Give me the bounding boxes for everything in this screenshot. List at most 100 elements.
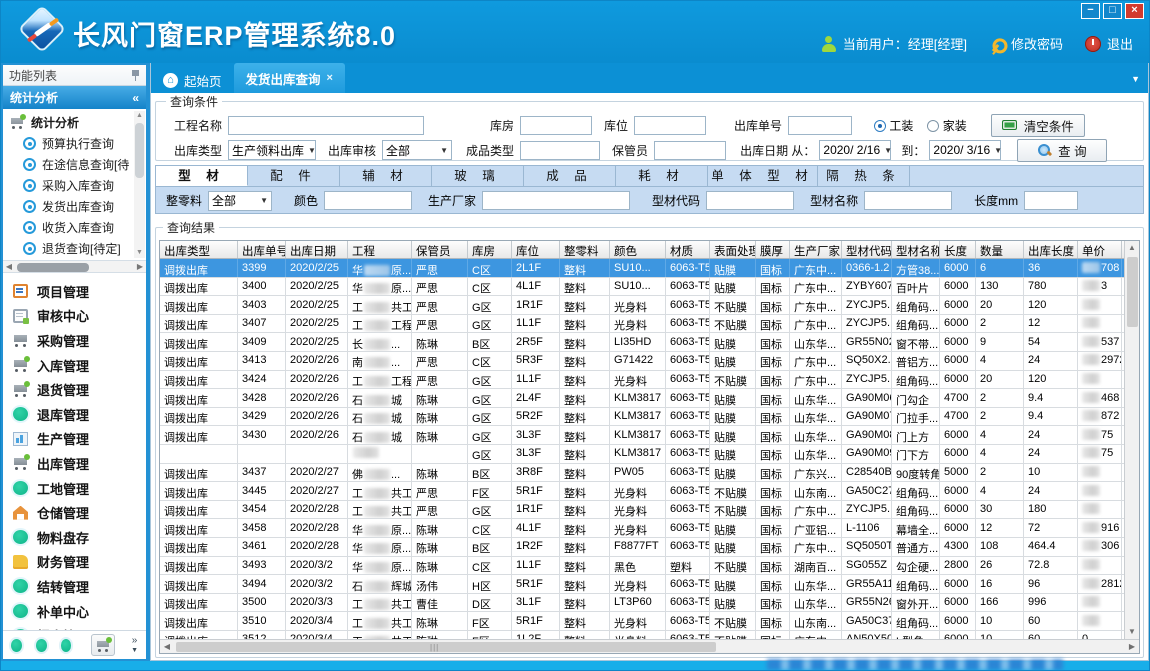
sidebar-item-审核中心[interactable]: 审核中心 xyxy=(13,304,146,329)
column-header-4[interactable]: 工程 xyxy=(348,241,412,258)
scroll-right-icon[interactable]: ▶ xyxy=(1125,640,1139,653)
profile-code-input[interactable] xyxy=(706,191,794,210)
footer-cart-button[interactable] xyxy=(91,634,115,656)
sidebar-item-物料盘存[interactable]: 物料盘存 xyxy=(13,525,146,550)
sidebar-tree-item[interactable]: 发货出库查询 xyxy=(9,196,132,217)
hscroll-thumb[interactable] xyxy=(176,642,716,652)
footer-dot-icon[interactable] xyxy=(11,639,22,652)
table-row[interactable]: 调拨出库34942020/3/2石辉城汤伟H区5R1F整料光身料6063-T5贴… xyxy=(160,575,1124,594)
keeper-input[interactable] xyxy=(654,141,726,160)
project-name-input[interactable] xyxy=(228,116,424,135)
scroll-up-icon[interactable]: ▲ xyxy=(1125,241,1139,255)
material-tab-8[interactable]: 隔 热 条 xyxy=(818,166,910,186)
column-header-3[interactable]: 出库日期 xyxy=(286,241,348,258)
table-row[interactable]: 调拨出库33992020/2/25华原...严思C区2L1F整料SU10...6… xyxy=(160,259,1124,278)
sidebar-tree-item[interactable]: 在途信息查询[待 xyxy=(9,154,132,175)
color-input[interactable] xyxy=(324,191,412,210)
table-row[interactable]: 调拨出库34292020/2/26石城陈琳G区5R2F整料KLM38176063… xyxy=(160,408,1124,427)
tree-vertical-scrollbar[interactable]: ▲ ▼ xyxy=(134,111,145,258)
factory-input[interactable] xyxy=(482,191,630,210)
column-header-7[interactable]: 库位 xyxy=(512,241,560,258)
column-header-12[interactable]: 膜厚 xyxy=(756,241,790,258)
sidebar-item-结转管理[interactable]: 结转管理 xyxy=(13,574,146,599)
scroll-left-icon[interactable]: ◀ xyxy=(160,640,174,653)
scroll-down-icon[interactable]: ▼ xyxy=(1125,625,1139,639)
length-input[interactable] xyxy=(1024,191,1078,210)
material-tab-3[interactable]: 辅 材 xyxy=(340,166,432,186)
table-row[interactable]: 调拨出库34302020/2/26石城陈琳G区3L3F整料KLM38176063… xyxy=(160,426,1124,445)
sidebar-item-出库管理[interactable]: 出库管理 xyxy=(13,451,146,476)
table-row[interactable]: 调拨出库34452020/2/27工共工程严思F区5R1F整料光身料6063-T… xyxy=(160,482,1124,501)
close-button[interactable]: × xyxy=(1125,3,1144,19)
sidebar-tree-item[interactable]: 采购入库查询 xyxy=(9,175,132,196)
product-type-input[interactable] xyxy=(520,141,600,160)
radio-jiazhuang[interactable] xyxy=(927,120,939,132)
sidebar-tree-item[interactable]: 退货查询[待定] xyxy=(9,238,132,259)
footer-more-button[interactable]: » ▼ xyxy=(131,636,138,655)
sidebar-tree-item[interactable]: 收货入库查询 xyxy=(9,217,132,238)
table-row[interactable]: 调拨出库34072020/2/25工工程严思G区1L1F整料光身料6063-T5… xyxy=(160,315,1124,334)
sidebar-tree-item[interactable]: 预算执行查询 xyxy=(9,133,132,154)
footer-dot-icon[interactable] xyxy=(36,639,47,652)
material-tab-5[interactable]: 成 品 xyxy=(524,166,616,186)
sidebar-item-财务管理[interactable]: 财务管理 xyxy=(13,550,146,575)
close-tab-icon[interactable]: × xyxy=(327,72,333,84)
change-password-button[interactable]: 修改密码 xyxy=(989,34,1063,53)
table-row[interactable]: 调拨出库34092020/2/25长...陈琳B区2R5F整料LI35HD606… xyxy=(160,333,1124,352)
table-row[interactable]: 调拨出库35122020/3/4工共工程陈琳F区1L2F整料光身料6063-T5… xyxy=(160,631,1124,639)
column-header-11[interactable]: 表面处理 xyxy=(710,241,756,258)
search-button[interactable]: 查 询 xyxy=(1017,139,1107,162)
whole-piece-select[interactable]: 全部▼ xyxy=(208,191,272,211)
table-row[interactable]: 调拨出库34542020/2/28工共工程严思G区1R1F整料光身料6063-T… xyxy=(160,501,1124,520)
collapse-icon[interactable]: « xyxy=(132,91,139,105)
sidebar-item-生产管理[interactable]: 生产管理 xyxy=(13,427,146,452)
table-row[interactable]: 调拨出库34242020/2/26工工程严思G区1L1F整料光身料6063-T5… xyxy=(160,371,1124,390)
tab-list-dropdown-icon[interactable]: ▼ xyxy=(1131,74,1140,84)
logout-button[interactable]: 退出 xyxy=(1085,34,1133,53)
table-row[interactable]: 调拨出库34132020/2/26南...严思C区5R3F整料G71422606… xyxy=(160,352,1124,371)
radio-gongzhuang[interactable] xyxy=(874,120,886,132)
pin-icon[interactable] xyxy=(131,70,140,81)
sidebar-item-退货管理[interactable]: 退货管理 xyxy=(13,377,146,402)
sidebar-item-报废管理[interactable]: 报废管理 xyxy=(13,623,146,630)
sidebar-item-退库管理[interactable]: 退库管理 xyxy=(13,402,146,427)
material-tab-2[interactable]: 配 件 xyxy=(248,166,340,186)
minimize-button[interactable]: − xyxy=(1081,3,1100,19)
grid-horizontal-scrollbar[interactable]: ◀ ||| ▶ xyxy=(160,639,1139,653)
column-header-8[interactable]: 整零料 xyxy=(560,241,610,258)
table-row[interactable]: G区3L3F整料KLM38176063-T5贴膜国标山东华...GA90M09.… xyxy=(160,445,1124,464)
column-header-18[interactable]: 出库长度 xyxy=(1024,241,1078,258)
tab-shipment-outbound-query[interactable]: 发货出库查询 × xyxy=(234,63,345,93)
grid-vertical-scrollbar[interactable]: ▲ ▼ xyxy=(1124,241,1139,639)
column-header-10[interactable]: 材质 xyxy=(666,241,710,258)
tab-home[interactable]: ⌂ 起始页 xyxy=(151,67,234,93)
table-row[interactable]: 调拨出库34372020/2/27佛...陈琳B区3R8F整料PW056063-… xyxy=(160,464,1124,483)
clear-conditions-button[interactable]: 清空条件 xyxy=(991,114,1085,137)
tree-root-statistics[interactable]: 统计分析 xyxy=(9,112,132,133)
column-header-9[interactable]: 颜色 xyxy=(610,241,666,258)
column-header-15[interactable]: 型材名称 xyxy=(892,241,940,258)
warehouse-input[interactable] xyxy=(520,116,592,135)
material-tab-4[interactable]: 玻 璃 xyxy=(432,166,524,186)
column-header-6[interactable]: 库房 xyxy=(468,241,512,258)
column-header-17[interactable]: 数量 xyxy=(976,241,1024,258)
table-row[interactable]: 调拨出库35102020/3/4工共工程陈琳F区5R1F整料光身料6063-T5… xyxy=(160,612,1124,631)
column-header-13[interactable]: 生产厂家 xyxy=(790,241,842,258)
column-header-14[interactable]: 型材代码 xyxy=(842,241,892,258)
table-row[interactable]: 调拨出库34032020/2/25工共工程严思G区1R1F整料光身料6063-T… xyxy=(160,296,1124,315)
column-header-1[interactable]: 出库类型 xyxy=(160,241,238,258)
footer-dot-icon[interactable] xyxy=(61,639,72,652)
material-tab-1[interactable]: 型 材 xyxy=(156,166,248,186)
sidebar-item-补单中心[interactable]: 补单中心 xyxy=(13,599,146,624)
table-row[interactable]: 调拨出库34282020/2/26石城陈琳G区2L4F整料KLM38176063… xyxy=(160,389,1124,408)
profile-name-input[interactable] xyxy=(864,191,952,210)
order-no-input[interactable] xyxy=(788,116,852,135)
material-tab-7[interactable]: 单 体 型 材 xyxy=(708,166,818,186)
vscroll-thumb[interactable] xyxy=(1127,257,1138,327)
table-row[interactable]: 调拨出库34582020/2/28华原...陈琳C区4L1F整料光身料6063-… xyxy=(160,519,1124,538)
table-row[interactable]: 调拨出库34002020/2/25华原...严思C区4L1F整料SU10...6… xyxy=(160,278,1124,297)
audit-select[interactable]: 全部▼ xyxy=(382,140,452,160)
outbound-type-select[interactable]: 生产领料出库▼ xyxy=(228,140,316,160)
date-to-picker[interactable]: 2020/ 3/16▼ xyxy=(929,140,1001,160)
column-header-19[interactable]: 单价 xyxy=(1078,241,1122,258)
